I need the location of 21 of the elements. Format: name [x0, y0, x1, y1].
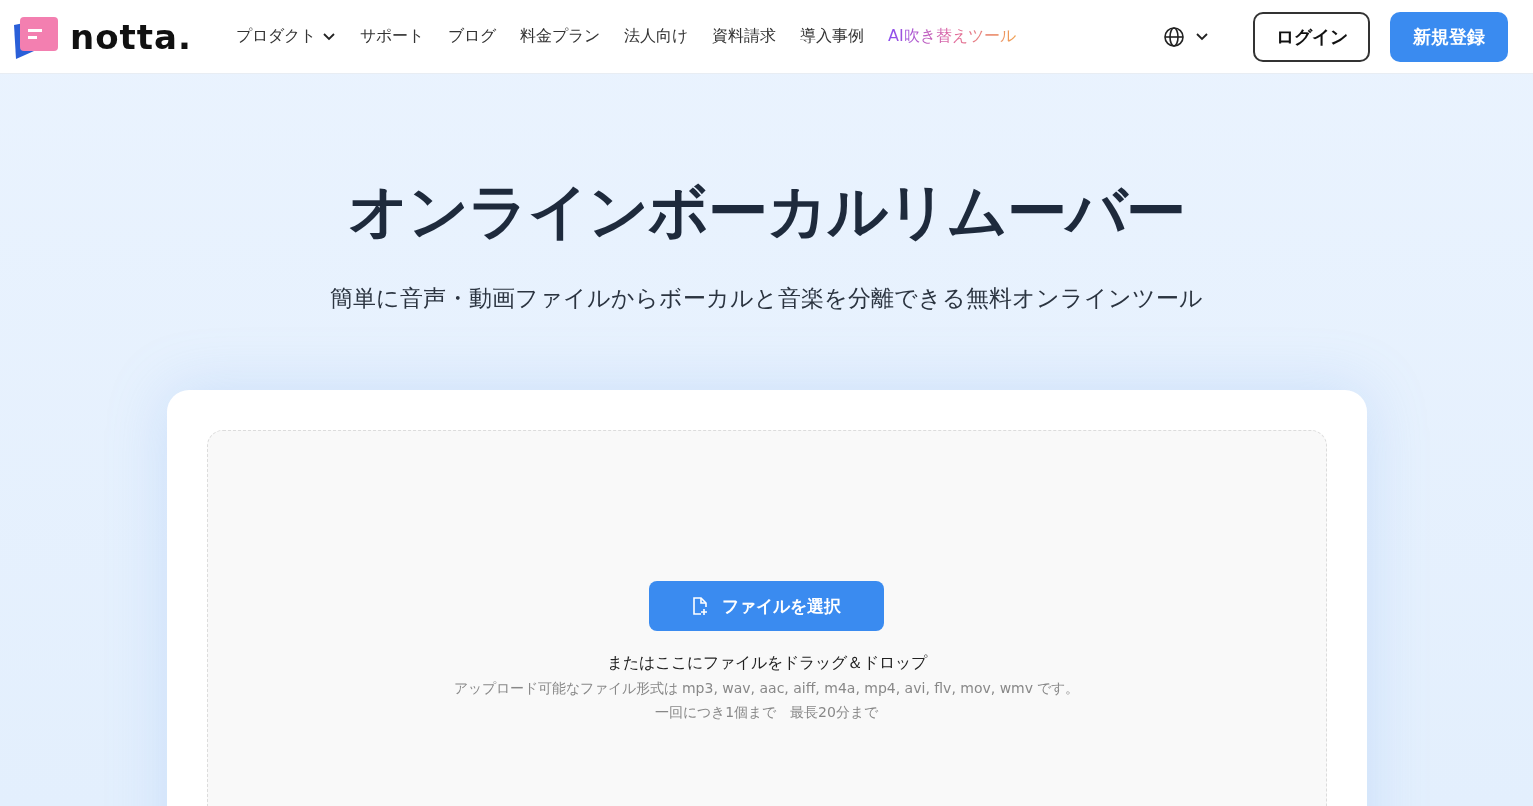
- chevron-down-icon: [321, 32, 336, 41]
- drop-zone[interactable]: ファイルを選択 またはここにファイルをドラッグ＆ドロップ アップロード可能なファイル形式は mp3, wav, aac, aiff, m4a, mp4, avi, flv, mov, wmv です。 一回につき1個まで 最長20分まで: [206, 430, 1327, 806]
- logo-text[interactable]: notta.: [70, 16, 192, 57]
- drop-hint: またはここにファイルをドラッグ＆ドロップ: [606, 653, 927, 674]
- limit-info: 一回につき1個まで 最長20分まで: [655, 704, 878, 722]
- nav-link[interactable]: 資料請求: [711, 26, 776, 47]
- format-info: アップロード可能なファイル形式は mp3, wav, aac, aiff, m4a, mp4, avi, flv, mov, wmv です。: [453, 680, 1080, 698]
- login-button[interactable]: ログイン: [1253, 11, 1370, 62]
- chevron-down-icon: [1195, 32, 1209, 41]
- globe-icon: [1163, 25, 1185, 48]
- page-title: オンラインボーカルリムーバー: [348, 175, 1185, 248]
- nav-link[interactable]: ブログ: [447, 26, 496, 47]
- nav-link[interactable]: サポート: [359, 26, 424, 47]
- nav-link[interactable]: プロダクト: [235, 26, 336, 47]
- page-subtitle: 簡単に音声・動画ファイルからボーカルと音楽を分離できる無料オンラインツール: [330, 284, 1203, 313]
- file-add-icon: [692, 596, 708, 616]
- nav-link[interactable]: 導入事例: [799, 26, 864, 47]
- nav-link[interactable]: 料金プラン: [519, 26, 600, 47]
- logo-icon: [12, 14, 60, 59]
- nav-link[interactable]: 法人向け: [623, 26, 688, 47]
- nav-link[interactable]: AI吹き替えツール: [887, 26, 1016, 47]
